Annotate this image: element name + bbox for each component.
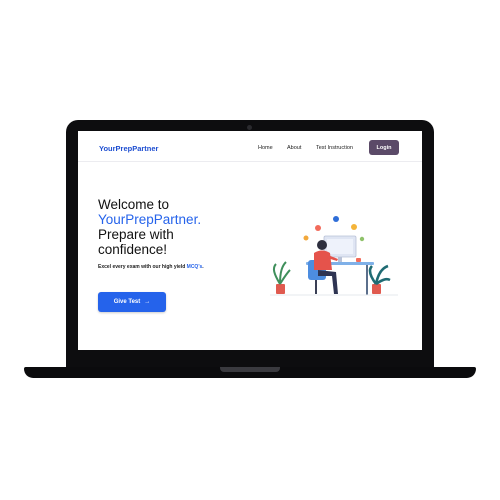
mug — [356, 258, 361, 262]
arrow-right-icon: → — [144, 299, 151, 305]
navbar: YourPrepPartner Home About Test Instruct… — [78, 131, 422, 162]
hero-title-line1: Welcome to — [98, 197, 170, 212]
nav-link-home[interactable]: Home — [258, 145, 273, 151]
person-torso — [314, 250, 332, 270]
desk-leg — [366, 265, 368, 295]
reaction-icon-green — [359, 236, 365, 242]
right-plant-leaves — [368, 264, 391, 286]
hero-title-line3: Prepare with — [98, 227, 174, 242]
website-screen: YourPrepPartner Home About Test Instruct… — [78, 131, 422, 350]
hero-subtitle: Excel every exam with our high yield MCQ… — [98, 264, 204, 270]
left-plant-leaves — [272, 261, 291, 285]
reaction-icon-orange — [303, 235, 309, 241]
webcam — [247, 125, 252, 130]
hero-title-line4: confidence! — [98, 242, 168, 257]
give-test-button[interactable]: Give Test → — [98, 292, 166, 312]
person-head — [317, 240, 327, 250]
brand-logo[interactable]: YourPrepPartner — [99, 144, 158, 153]
left-pot — [276, 284, 285, 294]
login-button[interactable]: Login — [369, 140, 399, 155]
monitor-stand — [338, 257, 342, 262]
person-at-desk-illustration — [270, 216, 398, 296]
subtitle-suffix: . — [202, 264, 204, 270]
monitor-screen — [327, 239, 353, 254]
reaction-icon-blue — [333, 216, 339, 222]
subtitle-highlight: MCQ's — [186, 264, 203, 270]
reaction-icon-yellow — [351, 224, 357, 230]
hero-title-accent: YourPrepPartner. — [98, 212, 202, 227]
subtitle-text: Excel every exam with our high yield — [98, 264, 187, 270]
nav-link-about[interactable]: About — [287, 145, 301, 151]
right-pot — [372, 284, 381, 294]
reaction-icon-red — [315, 225, 321, 231]
give-test-label: Give Test — [113, 299, 141, 305]
nav-link-test-instruction[interactable]: Test Instruction — [316, 145, 353, 151]
person-legs — [318, 270, 338, 294]
chair-post — [315, 280, 317, 294]
hero-title: Welcome to YourPrepPartner. Prepare with… — [98, 197, 201, 257]
laptop-base-notch — [220, 367, 280, 372]
